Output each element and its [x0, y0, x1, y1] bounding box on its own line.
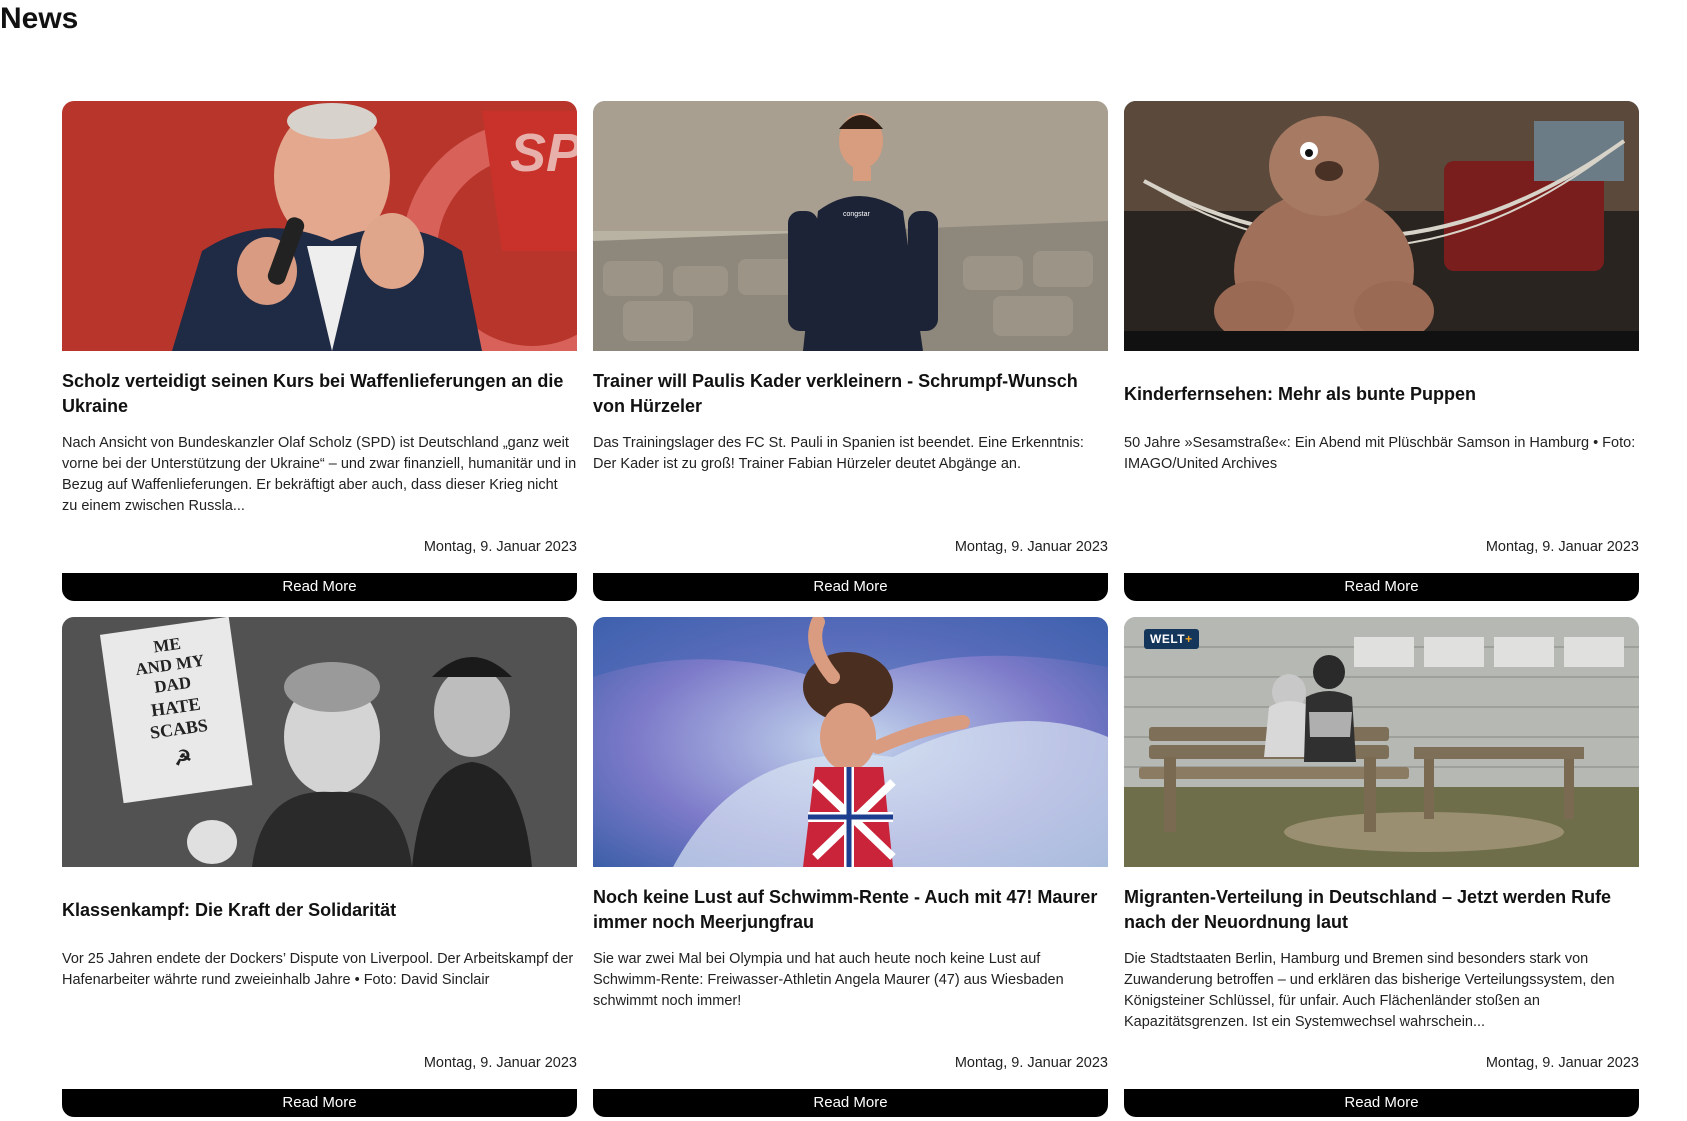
- news-card: SPD Scholz verteidigt seinen Kurs bei Wa…: [62, 101, 577, 601]
- protest-children-photo: ME AND MY DAD HATE SCABS ☭: [62, 617, 577, 867]
- bench-photo: [1124, 617, 1639, 867]
- news-date: Montag, 9. Januar 2023: [1485, 539, 1639, 555]
- plus-icon: +: [1185, 632, 1193, 646]
- news-card: Noch keine Lust auf Schwimm-Rente - Auch…: [593, 617, 1108, 1117]
- badge-label: WELT: [1150, 632, 1186, 646]
- news-description: Vor 25 Jahren endete der Dockers’ Disput…: [62, 951, 574, 988]
- read-more-button[interactable]: Read More: [62, 573, 577, 601]
- news-card: congstar Trainer will Paulis Kader verkl…: [593, 101, 1108, 601]
- page-title: News: [0, 2, 79, 35]
- news-grid: SPD Scholz verteidigt seinen Kurs bei Wa…: [62, 101, 1650, 1117]
- welt-plus-badge: WELT+: [1144, 629, 1199, 649]
- spd-logo-text: SPD: [510, 123, 577, 183]
- news-card: WELT+ Migranten-Verteilung in Deutschlan…: [1124, 617, 1639, 1117]
- sign-line-1: ME: [152, 634, 182, 657]
- news-image[interactable]: [593, 617, 1108, 867]
- news-title[interactable]: Kinderfernsehen: Mehr als bunte Puppen: [1124, 369, 1639, 419]
- news-image[interactable]: WELT+: [1124, 617, 1639, 867]
- news-title[interactable]: Noch keine Lust auf Schwimm-Rente - Auch…: [593, 885, 1108, 935]
- politician-photo: SPD: [62, 101, 577, 351]
- news-image[interactable]: [1124, 101, 1639, 351]
- news-date: Montag, 9. Januar 2023: [954, 539, 1108, 555]
- read-more-button[interactable]: Read More: [593, 573, 1108, 601]
- news-date: Montag, 9. Januar 2023: [1485, 1055, 1639, 1071]
- news-card: Kinderfernsehen: Mehr als bunte Puppen 5…: [1124, 101, 1639, 601]
- news-image[interactable]: congstar: [593, 101, 1108, 351]
- samson-puppet-photo: [1124, 101, 1639, 351]
- news-description: Die Stadtstaaten Berlin, Hamburg und Bre…: [1124, 951, 1615, 1030]
- news-date: Montag, 9. Januar 2023: [423, 539, 577, 555]
- read-more-button[interactable]: Read More: [593, 1089, 1108, 1117]
- news-card: ME AND MY DAD HATE SCABS ☭ Klassenkampf:…: [62, 617, 577, 1117]
- sponsor-logo-text: congstar: [843, 211, 871, 218]
- news-image[interactable]: SPD: [62, 101, 577, 351]
- news-description: 50 Jahre »Sesamstraße«: Ein Abend mit Pl…: [1124, 435, 1636, 472]
- hammer-sickle-icon: ☭: [173, 746, 194, 770]
- read-more-button[interactable]: Read More: [1124, 573, 1639, 601]
- news-image[interactable]: ME AND MY DAD HATE SCABS ☭: [62, 617, 577, 867]
- news-description: Sie war zwei Mal bei Olympia und hat auc…: [593, 951, 1064, 1009]
- swimmer-photo: [593, 617, 1108, 867]
- trainer-photo: congstar: [593, 101, 1108, 351]
- news-title[interactable]: Trainer will Paulis Kader verkleinern - …: [593, 369, 1108, 419]
- news-title[interactable]: Klassenkampf: Die Kraft der Solidarität: [62, 885, 577, 935]
- news-description: Nach Ansicht von Bundeskanzler Olaf Scho…: [62, 435, 577, 514]
- news-title[interactable]: Migranten-Verteilung in Deutschland – Je…: [1124, 885, 1639, 935]
- read-more-button[interactable]: Read More: [62, 1089, 577, 1117]
- news-title[interactable]: Scholz verteidigt seinen Kurs bei Waffen…: [62, 369, 577, 419]
- news-date: Montag, 9. Januar 2023: [954, 1055, 1108, 1071]
- news-description: Das Trainingslager des FC St. Pauli in S…: [593, 435, 1084, 472]
- news-date: Montag, 9. Januar 2023: [423, 1055, 577, 1071]
- read-more-button[interactable]: Read More: [1124, 1089, 1639, 1117]
